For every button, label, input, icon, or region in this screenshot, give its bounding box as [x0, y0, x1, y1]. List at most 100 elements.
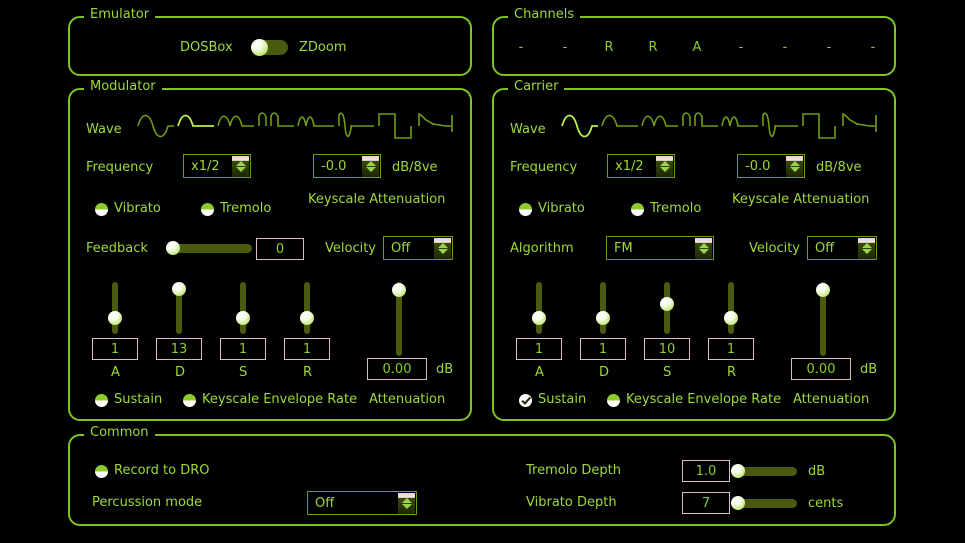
channel-slot[interactable]: -: [512, 40, 530, 55]
carrier-attack-value[interactable]: 1: [516, 338, 562, 360]
modulator-feedback-slider-thumb[interactable]: [166, 241, 180, 255]
modulator-wave-pulse-sine-wave-icon[interactable]: [256, 109, 296, 143]
channels-group: Channels - - R R A - - - -: [492, 8, 896, 76]
carrier-tremolo-checkbox[interactable]: [631, 203, 644, 216]
carrier-frequency-spinner-buttons[interactable]: [656, 155, 673, 177]
carrier-attack-slider[interactable]: [532, 282, 546, 334]
carrier-wave-even-sine-wave-icon[interactable]: [720, 109, 760, 143]
carrier-decay-slider[interactable]: [596, 282, 610, 334]
modulator-frequency-spinner-buttons[interactable]: [232, 155, 249, 177]
modulator-velocity-spinner[interactable]: Off: [383, 236, 453, 260]
carrier-sustain-slider-thumb[interactable]: [660, 297, 674, 311]
modulator-release-value[interactable]: 1: [284, 338, 330, 360]
emulator-toggle-switch[interactable]: [251, 39, 288, 56]
modulator-wave-half-sine-wave-icon[interactable]: [176, 109, 216, 143]
channel-slot[interactable]: A: [688, 40, 706, 55]
carrier-vibrato-checkbox[interactable]: [519, 203, 532, 216]
modulator-sustain-slider[interactable]: [236, 282, 250, 334]
carrier-decay-slider-thumb[interactable]: [596, 311, 610, 325]
carrier-release-slider[interactable]: [724, 282, 738, 334]
channel-slot[interactable]: -: [776, 40, 794, 55]
carrier-wave-sine-wave-icon[interactable]: [560, 109, 600, 143]
modulator-attenuation-slider[interactable]: [392, 282, 406, 356]
channel-slot[interactable]: -: [556, 40, 574, 55]
vibrato-depth-slider[interactable]: [731, 496, 797, 510]
tremolo-depth-value[interactable]: 1.0: [682, 460, 730, 482]
carrier-wave-even-abs-sine-wave-icon[interactable]: [760, 109, 800, 143]
modulator-attenuation-value[interactable]: 0.00: [367, 358, 427, 380]
modulator-feedback-value[interactable]: 0: [256, 238, 304, 260]
modulator-release-slider-thumb[interactable]: [300, 311, 314, 325]
modulator-frequency-label: Frequency: [86, 160, 154, 175]
carrier-vibrato-label: Vibrato: [538, 201, 585, 216]
modulator-decay-slider[interactable]: [172, 282, 186, 334]
modulator-wave-abs-sine-wave-icon[interactable]: [216, 109, 256, 143]
modulator-attenuation-slider-thumb[interactable]: [392, 283, 406, 297]
carrier-velocity-label: Velocity: [749, 241, 800, 256]
carrier-algorithm-spinner-buttons[interactable]: [695, 237, 712, 259]
carrier-decay-value[interactable]: 1: [580, 338, 626, 360]
carrier-velocity-spinner[interactable]: Off: [807, 236, 877, 260]
carrier-attenuation-value[interactable]: 0.00: [791, 358, 851, 380]
carrier-keyscale-spinner-buttons[interactable]: [786, 155, 803, 177]
modulator-wave-sine-wave-icon[interactable]: [136, 109, 176, 143]
carrier-attenuation-slider-thumb[interactable]: [816, 283, 830, 297]
modulator-keyscale-attenuation-spinner[interactable]: -0.0: [313, 154, 381, 178]
modulator-attack-slider-thumb[interactable]: [108, 311, 122, 325]
carrier-wave-half-sine-wave-icon[interactable]: [600, 109, 640, 143]
carrier-sustain-value[interactable]: 10: [644, 338, 690, 360]
carrier-wave-square-wave-icon[interactable]: [800, 109, 840, 143]
carrier-release-slider-thumb[interactable]: [724, 311, 738, 325]
modulator-frequency-spinner[interactable]: x1/2: [183, 154, 251, 178]
modulator-tremolo-checkbox[interactable]: [201, 203, 214, 216]
modulator-sustain-label: S: [239, 365, 248, 380]
channel-slot[interactable]: -: [864, 40, 882, 55]
carrier-velocity-spinner-buttons[interactable]: [858, 237, 875, 259]
modulator-wave-even-abs-sine-wave-icon[interactable]: [336, 109, 376, 143]
channel-slot[interactable]: R: [600, 40, 618, 55]
carrier-sustain-slider[interactable]: [660, 282, 674, 334]
modulator-wave-square-wave-icon[interactable]: [376, 109, 416, 143]
tremolo-depth-slider-thumb[interactable]: [731, 464, 745, 478]
modulator-velocity-spinner-buttons[interactable]: [434, 237, 451, 259]
carrier-keyscale-envelope-rate-checkbox[interactable]: [607, 394, 620, 407]
carrier-attenuation-slider[interactable]: [816, 282, 830, 356]
modulator-vibrato-checkbox[interactable]: [95, 203, 108, 216]
modulator-sustain-checkbox[interactable]: [95, 394, 108, 407]
carrier-wave-abs-sine-wave-icon[interactable]: [640, 109, 680, 143]
modulator-wave-even-sine-wave-icon[interactable]: [296, 109, 336, 143]
tremolo-depth-slider[interactable]: [731, 464, 797, 478]
carrier-release-value[interactable]: 1: [708, 338, 754, 360]
carrier-wave-log-saw-wave-icon[interactable]: [840, 109, 880, 143]
modulator-decay-value[interactable]: 13: [156, 338, 202, 360]
carrier-algorithm-label: Algorithm: [510, 241, 574, 256]
vibrato-depth-value[interactable]: 7: [682, 492, 730, 514]
channel-slot[interactable]: R: [644, 40, 662, 55]
modulator-decay-slider-thumb[interactable]: [172, 282, 186, 296]
modulator-wave-log-saw-wave-icon[interactable]: [416, 109, 456, 143]
vibrato-depth-slider-thumb[interactable]: [731, 496, 745, 510]
modulator-sustain-value[interactable]: 1: [220, 338, 266, 360]
carrier-frequency-spinner[interactable]: x1/2: [607, 154, 675, 178]
modulator-attack-slider[interactable]: [108, 282, 122, 334]
carrier-sustain-checkbox[interactable]: [519, 394, 532, 407]
modulator-sustain-slider-thumb[interactable]: [236, 311, 250, 325]
carrier-algorithm-spinner[interactable]: FM: [606, 236, 714, 260]
modulator-attack-value[interactable]: 1: [92, 338, 138, 360]
carrier-wave-pulse-sine-wave-icon[interactable]: [680, 109, 720, 143]
channel-slot[interactable]: -: [732, 40, 750, 55]
record-to-dro-checkbox[interactable]: [95, 465, 108, 478]
modulator-feedback-slider[interactable]: [166, 241, 252, 255]
carrier-attack-slider-thumb[interactable]: [532, 311, 546, 325]
percussion-mode-spinner-buttons[interactable]: [398, 492, 415, 514]
carrier-keyscale-attenuation-spinner[interactable]: -0.0: [737, 154, 805, 178]
modulator-release-slider[interactable]: [300, 282, 314, 334]
modulator-keyscale-envelope-rate-checkbox[interactable]: [183, 394, 196, 407]
percussion-mode-spinner[interactable]: Off: [307, 491, 417, 515]
percussion-mode-value: Off: [315, 495, 335, 511]
emulator-toggle-knob[interactable]: [251, 39, 268, 56]
channel-slot[interactable]: -: [820, 40, 838, 55]
carrier-attenuation-unit-label: dB: [860, 362, 878, 377]
modulator-keyscale-spinner-buttons[interactable]: [362, 155, 379, 177]
modulator-wave-label: Wave: [86, 122, 122, 137]
